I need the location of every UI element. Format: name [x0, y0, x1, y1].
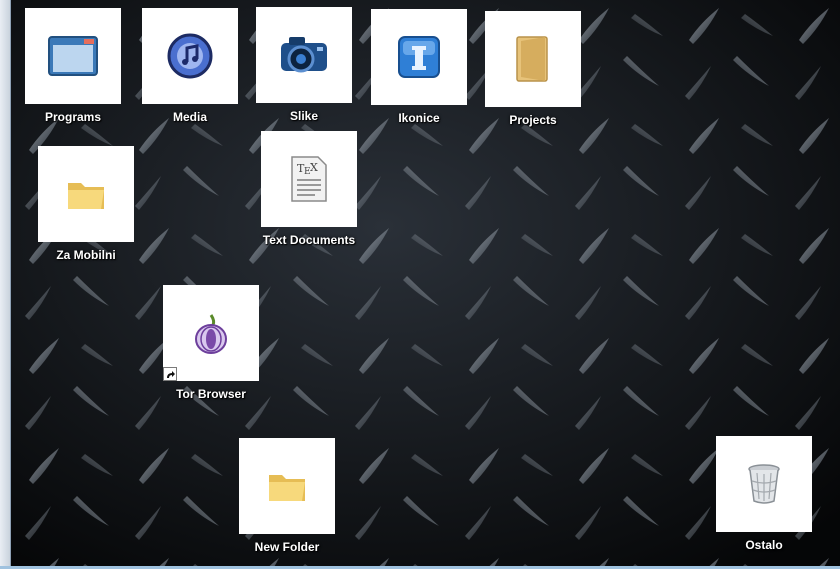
window-left-border: [0, 0, 11, 569]
folder-icon: [38, 146, 134, 242]
blue-i-icon: [371, 9, 467, 105]
desktop-icon-programs[interactable]: Programs: [18, 8, 128, 124]
desktop[interactable]: Programs Media Slike Ikonice Projects Za…: [11, 0, 840, 566]
icon-label: Programs: [44, 110, 102, 124]
icon-label: Text Documents: [262, 233, 356, 247]
desktop-icon-new-folder[interactable]: New Folder: [232, 438, 342, 554]
desktop-icon-za-mobilni[interactable]: Za Mobilni: [31, 146, 141, 262]
icon-label: Slike: [289, 109, 319, 123]
shortcut-arrow-icon: [163, 367, 177, 381]
icon-label: Media: [172, 110, 207, 124]
desktop-icon-media[interactable]: Media: [135, 8, 245, 124]
icon-label: Tor Browser: [176, 387, 246, 401]
desktop-icon-text-documents[interactable]: T E X Text Documents: [254, 131, 364, 247]
desktop-icon-projects[interactable]: Projects: [478, 11, 588, 127]
itunes-icon: [142, 8, 238, 104]
window-icon: [25, 8, 121, 104]
desktop-icon-ikonice[interactable]: Ikonice: [364, 9, 474, 125]
icon-label: Za Mobilni: [56, 248, 116, 262]
recycle-bin-icon: [716, 436, 812, 532]
folder-closed-icon: [485, 11, 581, 107]
tex-document-icon: T E X: [261, 131, 357, 227]
folder-icon: [239, 438, 335, 534]
icon-label: Projects: [509, 113, 557, 127]
svg-text:X: X: [310, 161, 318, 174]
desktop-icon-tor-browser[interactable]: Tor Browser: [156, 285, 266, 401]
tor-onion-icon: [163, 285, 259, 381]
icon-label: New Folder: [254, 540, 320, 554]
camera-icon: [256, 7, 352, 103]
desktop-icon-slike[interactable]: Slike: [249, 7, 359, 123]
icon-label: Ikonice: [398, 111, 440, 125]
icon-label: Ostalo: [745, 538, 783, 552]
desktop-icon-ostalo[interactable]: Ostalo: [709, 436, 819, 552]
